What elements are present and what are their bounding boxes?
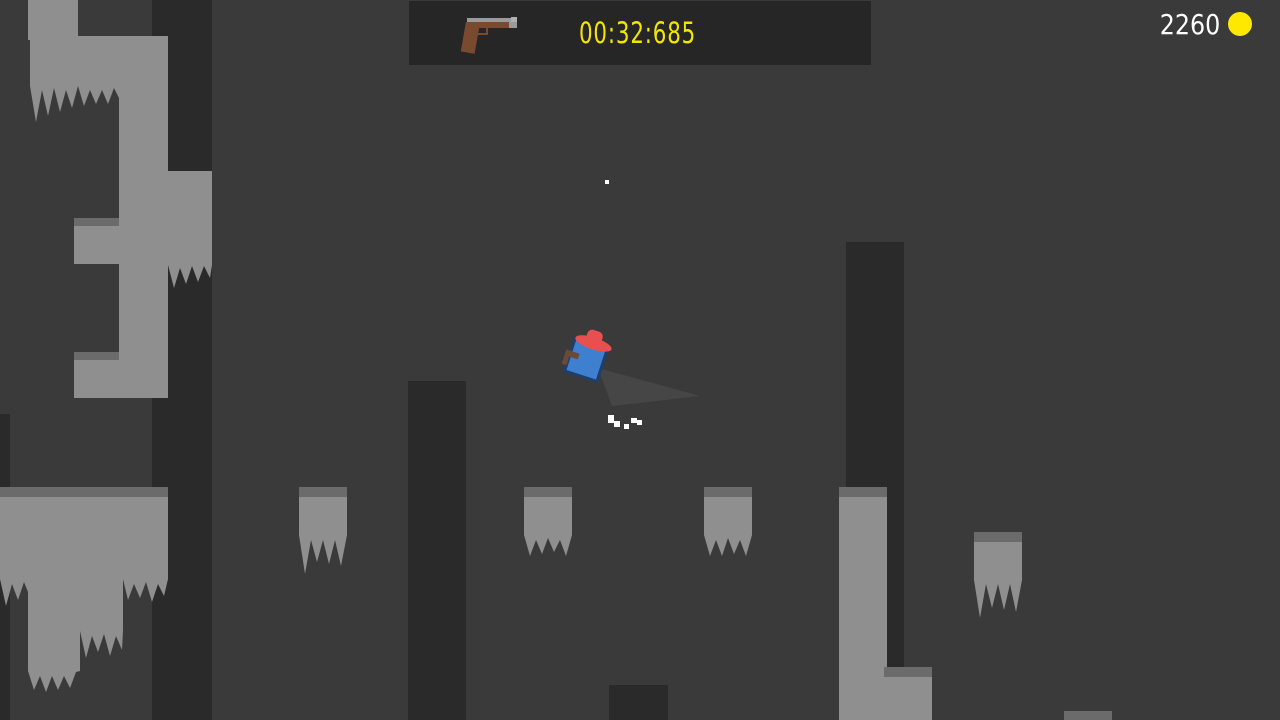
crosshair-dot xyxy=(605,180,609,184)
hud-top-bar: 00:32:685 xyxy=(409,1,871,65)
pistol-icon xyxy=(460,17,517,54)
motion-trail xyxy=(598,368,700,406)
particles xyxy=(608,415,642,429)
coin-icon xyxy=(1228,12,1252,36)
coin-count: 2260 xyxy=(1159,7,1220,41)
race-timer: 00:32:685 xyxy=(579,16,697,50)
coin-counter: 2260 xyxy=(1149,6,1252,42)
game-world xyxy=(0,0,1112,720)
